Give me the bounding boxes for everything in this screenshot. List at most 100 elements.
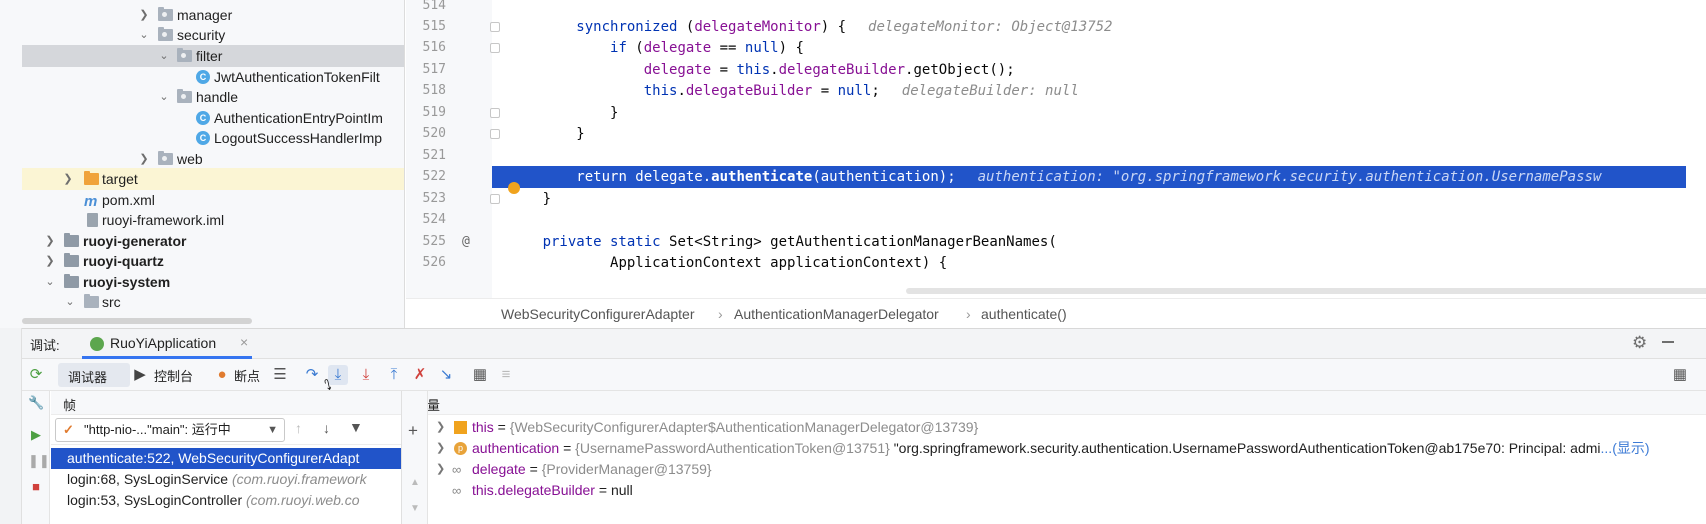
chevron-right-icon[interactable]: ❯ [138, 4, 150, 26]
breadcrumb-class[interactable]: WebSecurityConfigurerAdapter [501, 306, 695, 322]
inline-debug-value: delegateBuilder: null [901, 83, 1079, 99]
tree-item-security[interactable]: ⌄ security [22, 24, 404, 46]
chevron-down-icon[interactable]: ⌄ [44, 271, 56, 293]
code-line-515[interactable]: synchronized (delegateMonitor) {delegate… [492, 16, 1686, 38]
chevron-right-icon[interactable]: ❯ [44, 230, 56, 252]
show-more-link[interactable]: ...(显示) [1601, 440, 1650, 456]
tree-item-iml[interactable]: ruoyi-framework.iml [22, 209, 404, 231]
tab-console[interactable]: 控制台 [154, 366, 193, 385]
tab-debugger[interactable]: 调试器 [58, 363, 130, 387]
pause-icon[interactable]: ❚❚ [28, 453, 50, 469]
step-out-icon[interactable]: ⤒ [384, 365, 404, 385]
override-marker-icon[interactable]: @ [462, 231, 470, 253]
editor-gutter[interactable]: 514 515 516 517 518 519 520 521 522 523 … [406, 0, 492, 298]
package-folder-icon [158, 7, 173, 21]
trace-icon[interactable]: ≡ [496, 365, 516, 385]
execution-point-line-522[interactable]: return delegate.authenticate(authenticat… [492, 166, 1686, 188]
field-ref: delegate [643, 62, 712, 78]
code-line-523[interactable]: } [492, 188, 1686, 210]
tree-item-label: AuthenticationEntryPointIm [214, 110, 383, 126]
frame-row[interactable]: login:68, SysLoginService (com.ruoyi.fra… [51, 469, 401, 490]
tab-label: 调试器 [68, 370, 108, 385]
run-to-cursor-icon[interactable]: ↘ [436, 365, 456, 385]
keyword: null [837, 83, 872, 99]
tree-item-web[interactable]: ❯ web [22, 148, 404, 170]
tree-item-filter[interactable]: ⌄ filter [22, 45, 404, 67]
code-text: Set<String> getAuthenticationManagerBean… [660, 234, 1057, 250]
line-number: 526 [422, 255, 446, 270]
checkmark-icon: ✓ [63, 422, 74, 437]
tree-item-handle[interactable]: ⌄ handle [22, 86, 404, 108]
arrow-down-icon[interactable]: ▼ [410, 503, 420, 514]
add-watch-icon[interactable]: + [408, 421, 418, 441]
code-line-517[interactable]: delegate = this.delegateBuilder.getObjec… [492, 59, 1686, 81]
chevron-right-icon[interactable]: ❯ [436, 417, 445, 438]
step-into-icon[interactable]: ⤓ [356, 365, 376, 385]
chevron-right-icon[interactable]: ❯ [436, 459, 445, 480]
tree-item-ruoyi-quartz[interactable]: ❯ ruoyi-quartz [22, 250, 404, 272]
line-number: 518 [422, 83, 446, 98]
resume-icon[interactable]: ▶ [28, 427, 44, 443]
variable-type: {UsernamePasswordAuthenticationToken@137… [575, 440, 894, 456]
tree-item-logout-handler-class[interactable]: C LogoutSuccessHandlerImp [22, 127, 404, 149]
evaluate-expression-icon[interactable]: ▦ [470, 365, 490, 385]
code-text: ; [871, 83, 880, 99]
code-line-526[interactable]: ApplicationContext applicationContext) { [492, 252, 1686, 274]
inline-debug-value: authentication: "org.springframework.sec… [977, 169, 1602, 185]
show-execution-point-icon[interactable]: ↷ [302, 365, 322, 385]
variable-row[interactable]: ❯ this = {WebSecurityConfigurerAdapter$A… [428, 417, 1706, 438]
stop-icon[interactable]: ■ [28, 479, 44, 495]
variable-row[interactable]: ❯ ∞ delegate = {ProviderManager@13759} [428, 459, 1706, 480]
horizontal-scrollbar[interactable] [22, 318, 252, 324]
frame-row[interactable]: login:53, SysLoginController (com.ruoyi.… [51, 490, 401, 511]
code-line-520[interactable]: } [492, 123, 1686, 145]
chevron-right-icon[interactable]: ❯ [138, 148, 150, 170]
tree-item-label: JwtAuthenticationTokenFilt [214, 69, 380, 85]
code-text: = [812, 83, 838, 99]
arrow-down-icon[interactable]: ↓ [323, 420, 330, 436]
layout-settings-icon[interactable]: ▦ [1670, 365, 1690, 385]
tree-item-label: ruoyi-framework.iml [102, 212, 225, 228]
tab-breakpoints[interactable]: 断点 [234, 366, 260, 385]
tree-item-pom[interactable]: m pom.xml [22, 189, 404, 211]
code-line-516[interactable]: if (delegate == null) { [492, 37, 1686, 59]
drop-frame-icon[interactable]: ✗ [410, 365, 430, 385]
minimize-icon[interactable] [1662, 341, 1674, 343]
chevron-down-icon[interactable]: ⌄ [158, 45, 170, 67]
code-line-519[interactable]: } [492, 102, 1686, 124]
variable-row[interactable]: ❯ p authentication = {UsernamePasswordAu… [428, 438, 1706, 459]
tree-item-ruoyi-system[interactable]: ⌄ ruoyi-system [22, 271, 404, 293]
chevron-down-icon[interactable]: ⌄ [158, 86, 170, 108]
close-icon[interactable]: × [240, 334, 248, 350]
rerun-icon[interactable]: ⟳ [26, 365, 46, 385]
tab-run-config[interactable]: RuoYiApplication × [82, 329, 252, 359]
code-text: == [711, 40, 745, 56]
variable-row[interactable]: ∞ this.delegateBuilder = null [428, 480, 1706, 501]
menu-icon[interactable]: ☰ [270, 365, 290, 385]
tree-item-target[interactable]: ❯ target [22, 168, 404, 190]
editor-horizontal-scrollbar[interactable] [906, 288, 1706, 294]
breadcrumb-inner-class[interactable]: AuthenticationManagerDelegator [734, 306, 939, 322]
tree-item-jwt-filter-class[interactable]: C JwtAuthenticationTokenFilt [22, 66, 404, 88]
arrow-up-icon[interactable]: ▲ [410, 477, 420, 488]
thread-selector[interactable]: ✓ "http-nio-..."main": 运行中 ▼ [55, 418, 285, 442]
wrench-icon[interactable]: 🔧 [28, 395, 44, 411]
chevron-right-icon[interactable]: ❯ [44, 250, 56, 272]
gear-icon[interactable]: ⚙ [1632, 333, 1647, 353]
code-editor[interactable]: 514 515 516 517 518 519 520 521 522 523 … [406, 0, 1706, 328]
tree-item-ruoyi-generator[interactable]: ❯ ruoyi-generator [22, 230, 404, 252]
frame-row[interactable]: authenticate:522, WebSecurityConfigurerA… [51, 448, 401, 469]
code-line-518[interactable]: this.delegateBuilder = null; delegateBuil… [492, 80, 1686, 102]
chevron-right-icon[interactable]: ❯ [62, 168, 74, 190]
field-ref: delegateMonitor [694, 19, 821, 35]
tree-item-src[interactable]: ⌄ src [22, 291, 404, 313]
chevron-down-icon[interactable]: ⌄ [138, 24, 150, 46]
arrow-up-icon[interactable]: ↑ [295, 420, 302, 436]
chevron-down-icon[interactable]: ⌄ [64, 291, 76, 313]
filter-icon[interactable]: ▼ [349, 419, 363, 435]
tree-item-manager[interactable]: ❯ manager [22, 4, 404, 26]
chevron-right-icon[interactable]: ❯ [436, 438, 445, 459]
tree-item-auth-entry-point-class[interactable]: C AuthenticationEntryPointIm [22, 107, 404, 129]
breadcrumb-method[interactable]: authenticate() [981, 306, 1067, 322]
code-line-525[interactable]: private static Set<String> getAuthentica… [492, 231, 1686, 253]
